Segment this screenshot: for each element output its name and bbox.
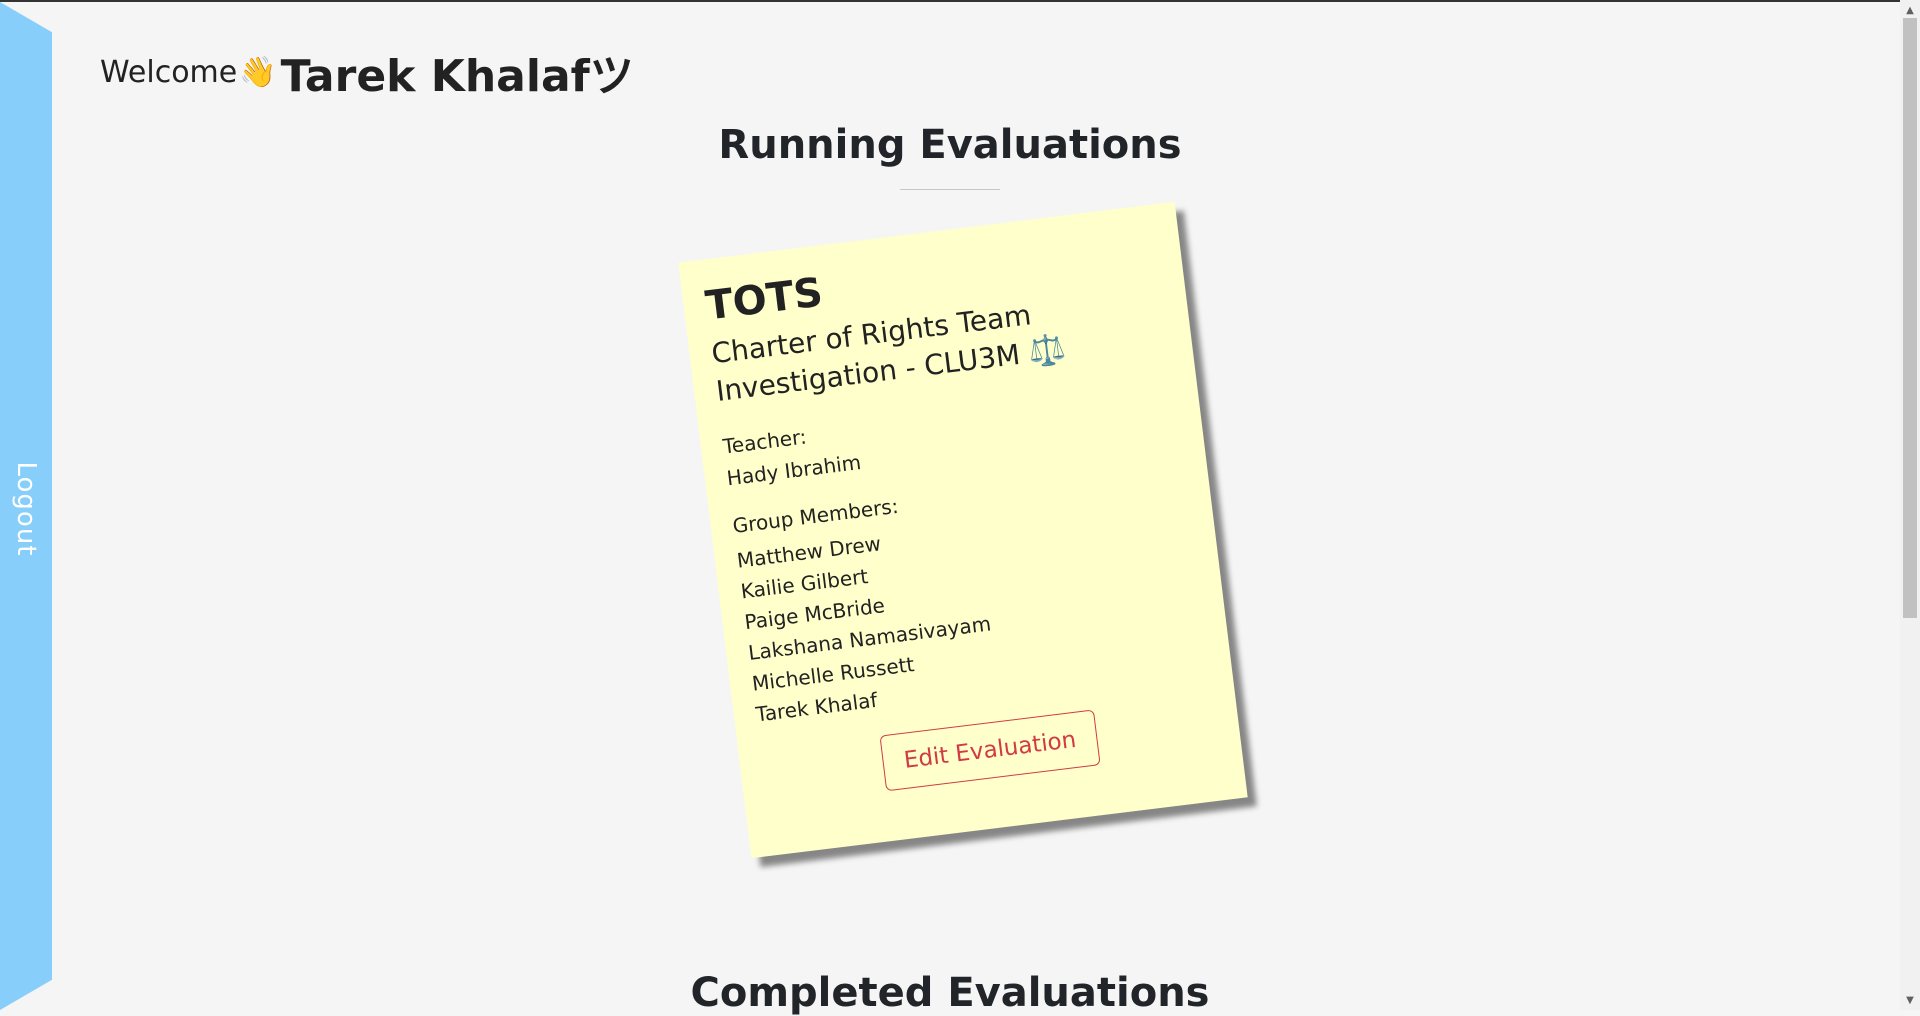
scales-icon: ⚖️ <box>1026 331 1068 371</box>
top-border <box>0 0 1920 2</box>
page-scrollbar[interactable]: ▲ ▼ <box>1900 0 1920 1010</box>
welcome-header: Welcome 👋 Tarek Khalafツ <box>100 40 634 104</box>
logout-label: Logout <box>11 461 41 557</box>
scroll-down-icon[interactable]: ▼ <box>1900 992 1920 1010</box>
scroll-thumb[interactable] <box>1903 18 1917 618</box>
welcome-text: Welcome <box>100 54 238 90</box>
user-name: Tarek Khalafツ <box>280 51 634 102</box>
evaluation-card: TOTS Charter of Rights Team Investigatio… <box>678 201 1248 859</box>
wave-icon: 👋 <box>239 54 277 90</box>
edit-evaluation-button[interactable]: Edit Evaluation <box>879 709 1101 792</box>
completed-evaluations-title: Completed Evaluations <box>690 970 1210 1016</box>
running-evaluations-title: Running Evaluations <box>718 122 1182 168</box>
section-divider <box>900 189 1000 190</box>
